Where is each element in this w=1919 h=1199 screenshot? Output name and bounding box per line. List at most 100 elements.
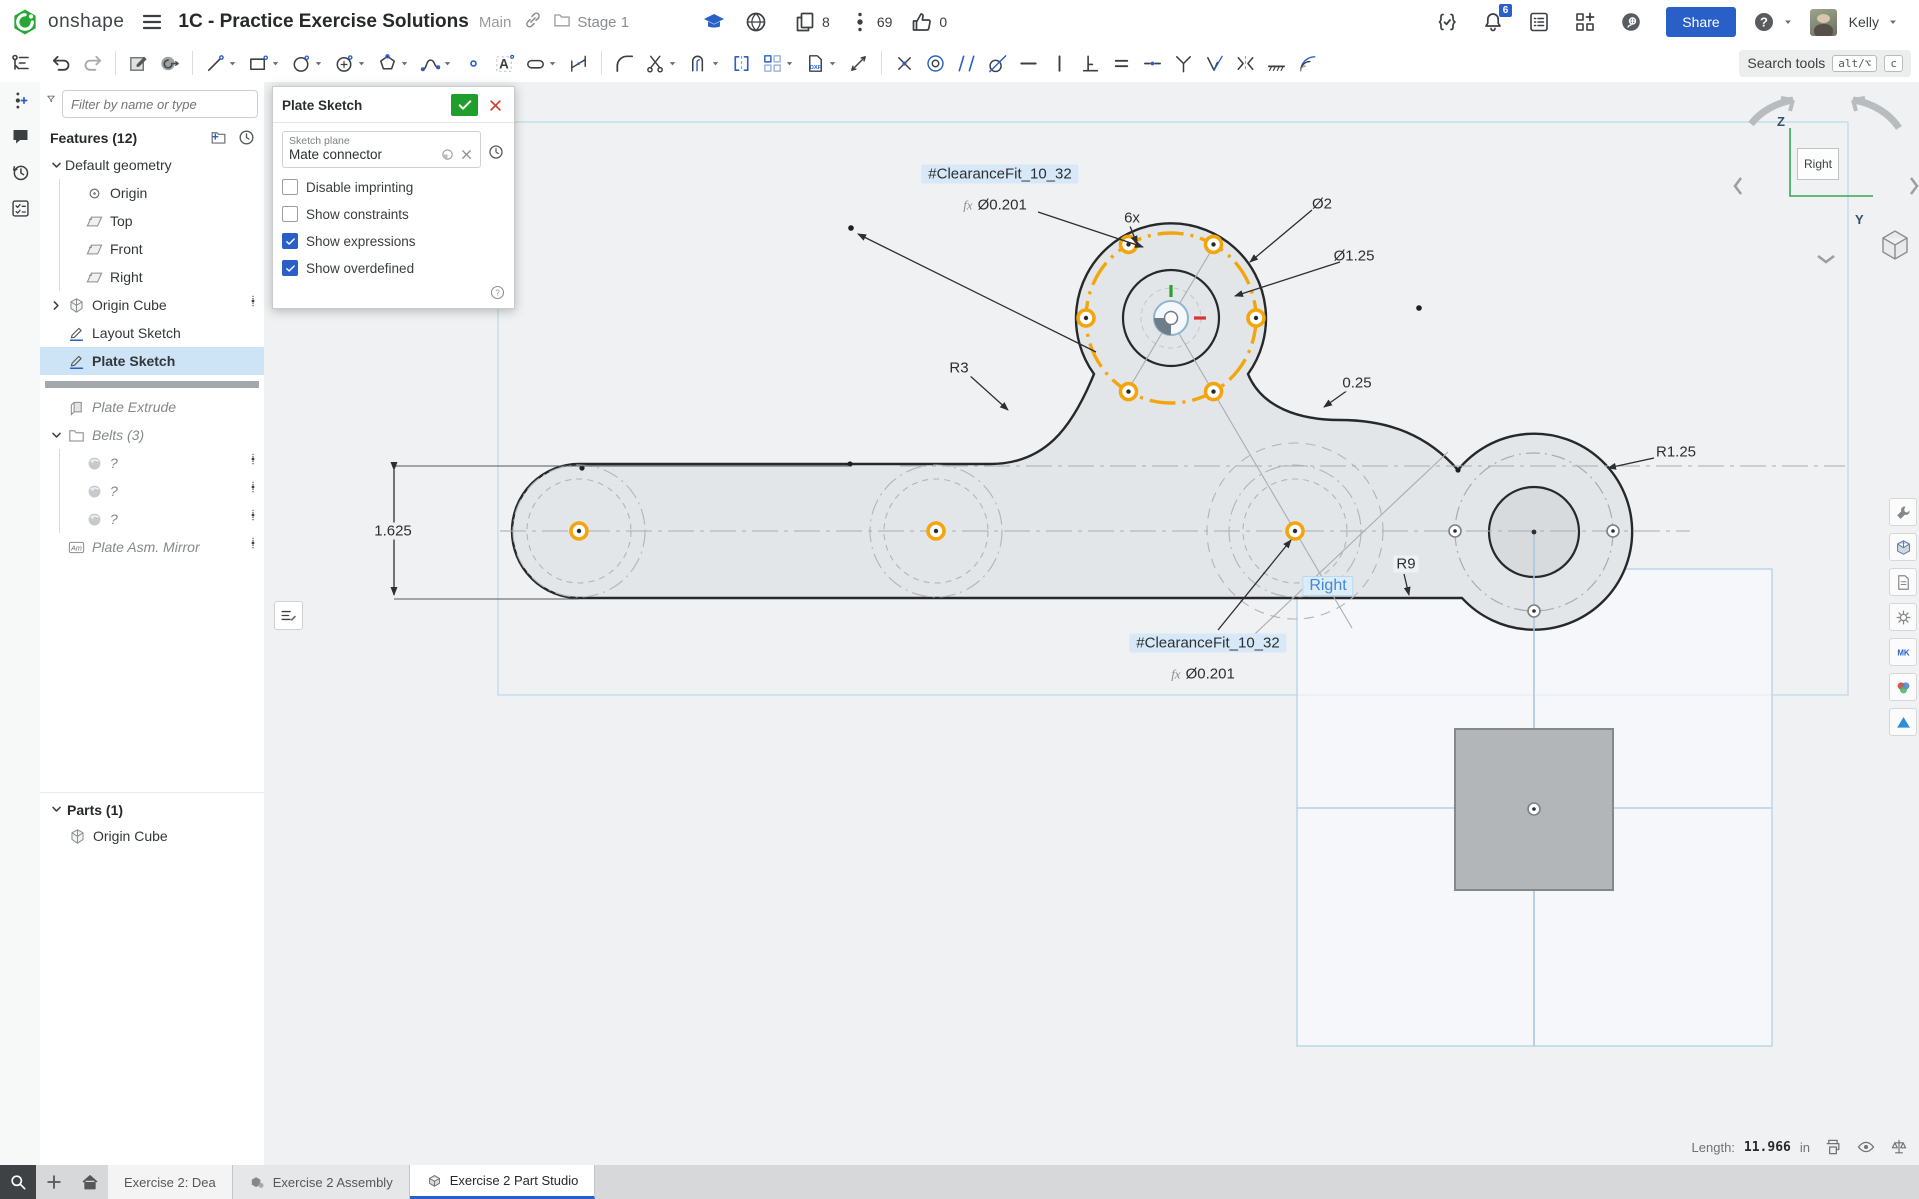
dimension-tool-button[interactable] — [565, 49, 592, 78]
copies-button[interactable]: 8 — [793, 10, 830, 34]
document-title[interactable]: 1C - Practice Exercise Solutions — [178, 11, 468, 33]
follow-rail-button[interactable] — [0, 190, 40, 226]
checkbox-box[interactable] — [282, 179, 298, 195]
dropdown-caret-icon[interactable] — [399, 57, 411, 70]
dropdown-caret-icon[interactable] — [442, 57, 454, 70]
point-tool-button[interactable] — [460, 49, 487, 78]
add-tab-button[interactable] — [36, 1165, 72, 1199]
user-menu[interactable]: Kelly — [1810, 9, 1900, 36]
measure-button[interactable] — [845, 49, 872, 78]
mate-connector-icon[interactable] — [440, 147, 455, 162]
gear-app-button[interactable] — [1889, 603, 1917, 631]
fix-constraint-button[interactable] — [1263, 49, 1290, 78]
part-origin-cube[interactable]: Origin Cube — [40, 822, 264, 850]
drag-handle-icon[interactable] — [246, 536, 260, 558]
comments-rail-button[interactable] — [0, 118, 40, 154]
versions-button[interactable]: 69 — [848, 10, 893, 34]
dropdown-caret-icon[interactable] — [547, 57, 559, 70]
cube-app-button[interactable] — [1889, 533, 1917, 561]
learning-center-button[interactable] — [1619, 10, 1643, 34]
rollback-bar[interactable] — [40, 375, 264, 393]
checkbox-show-expressions[interactable]: Show expressions — [282, 233, 505, 249]
feature-list-toggle[interactable] — [0, 44, 41, 83]
view-cube[interactable]: Right Z Y — [1733, 88, 1919, 278]
tab-manager-button[interactable] — [72, 1165, 108, 1199]
dimension-label[interactable]: #ClearanceFit_10_32 — [921, 165, 1078, 184]
feature-right[interactable]: Right — [40, 263, 264, 291]
main-menu-icon[interactable] — [140, 10, 164, 34]
vertical-constraint-button[interactable] — [1046, 49, 1073, 78]
feature-origin[interactable]: Origin — [40, 179, 264, 207]
feature-plate-extrude[interactable]: Plate Extrude — [40, 393, 264, 421]
equal-constraint-button[interactable] — [1108, 49, 1135, 78]
tab-exercise-2-part-studio[interactable]: Exercise 2 Part Studio — [410, 1165, 596, 1199]
feature-default-geometry[interactable]: Default geometry — [40, 151, 264, 179]
accept-button[interactable] — [451, 94, 478, 116]
visibility-icon[interactable] — [1856, 1137, 1876, 1157]
cam-app-button[interactable] — [1889, 708, 1917, 736]
checkbox-box[interactable] — [282, 260, 298, 276]
dropdown-caret-icon[interactable] — [270, 57, 282, 70]
chevron-right-icon[interactable] — [48, 297, 65, 314]
feature--[interactable]: ? — [40, 505, 264, 533]
offset-tool-button[interactable] — [685, 49, 724, 78]
checkbox-show-constraints[interactable]: Show constraints — [282, 206, 505, 222]
chevron-down-icon[interactable] — [48, 801, 65, 818]
undo-button[interactable] — [48, 49, 75, 78]
line-tool-button[interactable] — [202, 49, 241, 78]
horizontal-constraint-button[interactable] — [1015, 49, 1042, 78]
feature-history-icon[interactable] — [487, 143, 505, 161]
onshape-logo[interactable]: onshape — [0, 7, 124, 37]
doc-app-button[interactable] — [1889, 568, 1917, 596]
chevron-down-icon[interactable] — [48, 427, 65, 444]
sketch-button[interactable] — [125, 49, 152, 78]
dropdown-caret-icon[interactable] — [667, 57, 679, 70]
dropdown-caret-icon[interactable] — [827, 57, 839, 70]
history-rail-button[interactable] — [0, 154, 40, 190]
coincident-constraint-button[interactable] — [891, 49, 918, 78]
import-dxf-button[interactable]: DXF — [802, 49, 841, 78]
folder-breadcrumb[interactable]: Stage 1 — [552, 10, 629, 34]
redo-button[interactable] — [79, 49, 106, 78]
checkbox-disable-imprinting[interactable]: Disable imprinting — [282, 179, 505, 195]
dimension-label[interactable]: 1.625 — [371, 523, 415, 540]
checkbox-box[interactable] — [282, 233, 298, 249]
circle-tool-button[interactable] — [288, 49, 327, 78]
dimension-label[interactable]: Ø1.25 — [1334, 248, 1375, 265]
likes-button[interactable]: 0 — [910, 10, 947, 34]
remove-selection-icon[interactable] — [459, 147, 474, 162]
pattern-tool-button[interactable] — [759, 49, 798, 78]
tab-search-button[interactable] — [0, 1165, 36, 1199]
concentric-constraint-button[interactable] — [922, 49, 949, 78]
slot-tool-button[interactable] — [522, 49, 561, 78]
filter-input[interactable] — [62, 90, 258, 118]
tasks-button[interactable] — [1527, 10, 1551, 34]
dropdown-caret-icon[interactable] — [710, 57, 722, 70]
dimension-label[interactable]: Ø2 — [1312, 196, 1332, 213]
use-tool-button[interactable] — [156, 49, 183, 78]
mk-app-button[interactable]: MK — [1889, 638, 1917, 666]
dropdown-caret-icon[interactable] — [784, 57, 796, 70]
rollback-end-icon[interactable] — [237, 128, 256, 147]
rotate-right-chevron[interactable] — [1911, 178, 1917, 194]
public-doc-button[interactable] — [744, 10, 768, 34]
polygon-tool-button[interactable] — [374, 49, 413, 78]
notifications-button[interactable]: 6 — [1481, 10, 1505, 34]
parallel-constraint-button[interactable] — [953, 49, 980, 78]
rectangle-tool-button[interactable] — [245, 49, 284, 78]
isometric-view-icon[interactable] — [1883, 231, 1907, 259]
feature-plate-sketch[interactable]: Plate Sketch — [40, 347, 264, 375]
arc-tool-button[interactable] — [331, 49, 370, 78]
tab-exercise-2-assembly[interactable]: Exercise 2 Assembly — [233, 1165, 410, 1199]
mirror-tool-button[interactable] — [728, 49, 755, 78]
rotate-down-chevron[interactable] — [1818, 256, 1834, 262]
dimension-label[interactable]: 6x — [1121, 210, 1143, 227]
dropdown-caret-icon[interactable] — [227, 57, 239, 70]
app-store-button[interactable] — [1573, 10, 1597, 34]
dropdown-caret-icon[interactable] — [313, 57, 325, 70]
dimension-label[interactable]: R3 — [946, 360, 971, 377]
dimension-label[interactable]: R1.25 — [1656, 444, 1696, 461]
dimension-label[interactable]: R9 — [1393, 556, 1418, 573]
share-button[interactable]: Share — [1666, 7, 1735, 37]
midpoint-constraint-button[interactable] — [1139, 49, 1166, 78]
